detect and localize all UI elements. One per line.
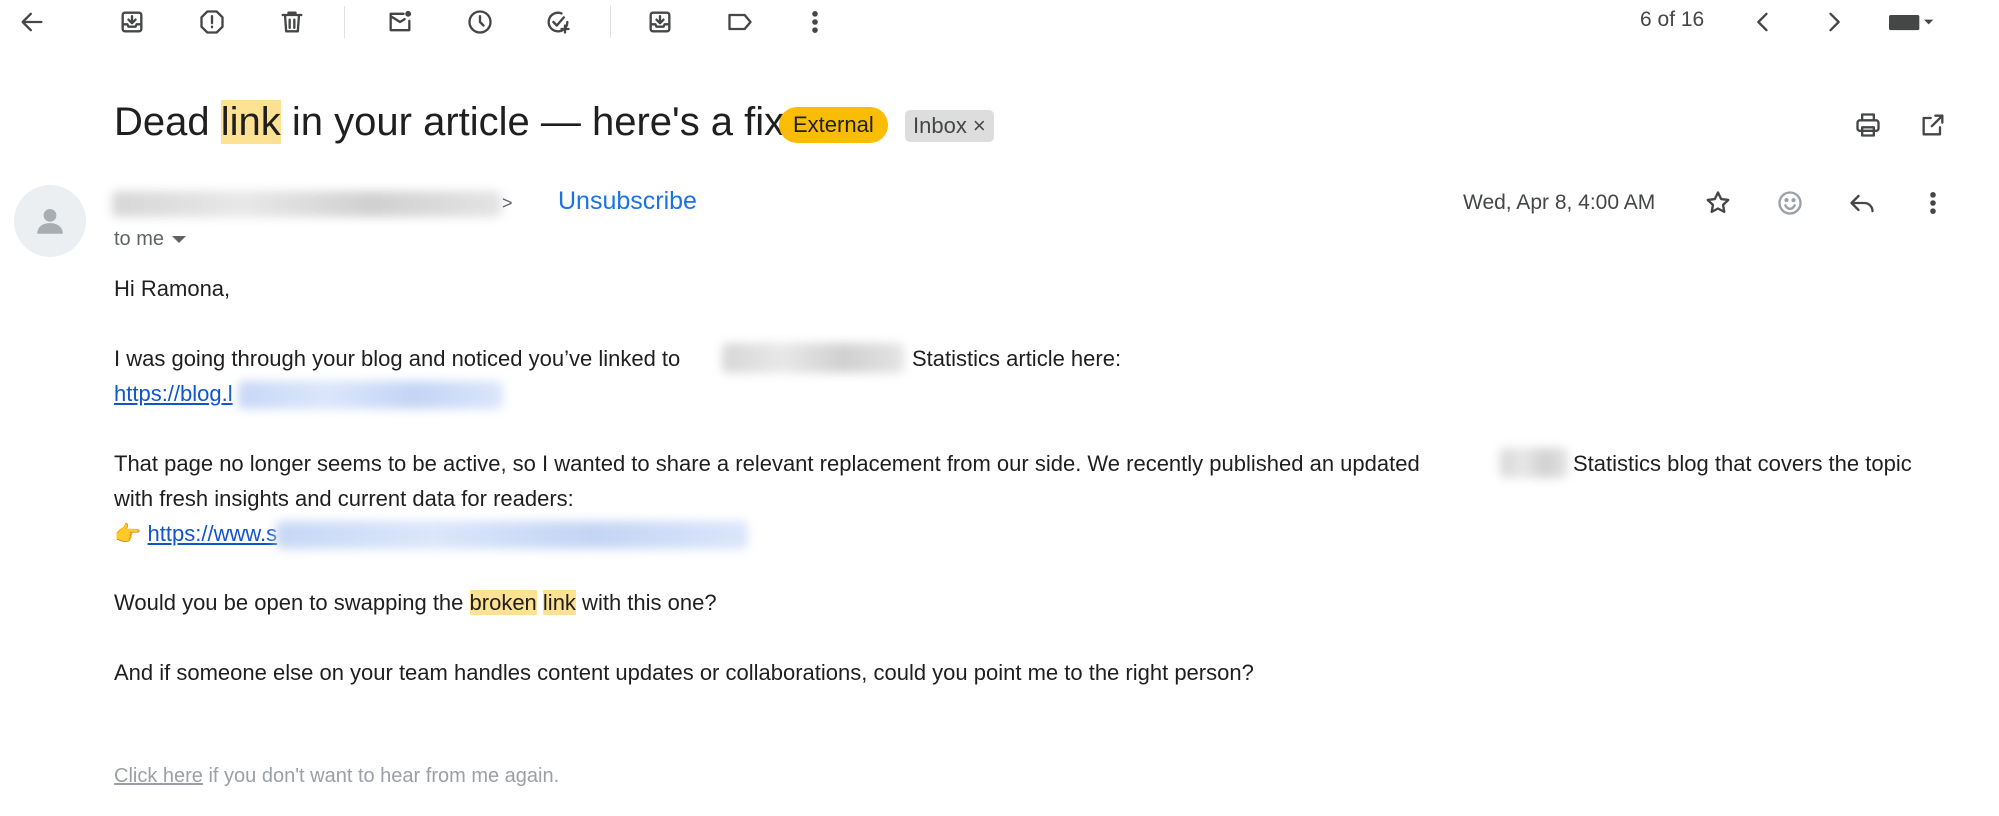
report-spam-icon[interactable] [194, 4, 230, 40]
mark-unread-icon[interactable] [382, 4, 418, 40]
subject-text: in your article — here's a fix [280, 100, 785, 144]
link-1[interactable]: https://blog.l [114, 381, 233, 407]
inbox-label[interactable]: Inbox × [905, 110, 994, 142]
sender-address-end: > [502, 193, 513, 213]
redacted-link [238, 381, 503, 409]
redacted-text [1500, 448, 1568, 478]
toolbar-divider [344, 6, 345, 38]
paragraph-2: That page no longer seems to be active, … [114, 451, 1420, 477]
subject-text: Dead [114, 100, 221, 144]
paragraph-text: with fresh insights and current data for… [114, 486, 574, 511]
archive-icon[interactable] [114, 4, 150, 40]
subject-highlight: link [220, 100, 281, 144]
paragraph-text: Statistics blog that covers the topic [1573, 451, 1912, 476]
redacted-link [276, 521, 748, 549]
external-badge: External [779, 107, 888, 143]
move-to-icon[interactable] [642, 4, 678, 40]
star-icon[interactable] [1700, 185, 1736, 221]
paragraph-text: Statistics article here: [912, 346, 1122, 371]
label-icon[interactable] [722, 4, 758, 40]
reply-icon[interactable] [1844, 185, 1880, 221]
toolbar-divider [610, 6, 611, 38]
link-2[interactable]: 👉 https://www.s [114, 521, 277, 547]
paragraph-text: with this one? [575, 590, 717, 615]
highlight-link: link [542, 590, 576, 615]
back-arrow-icon[interactable] [14, 4, 50, 40]
inbox-label-text: Inbox [913, 113, 967, 138]
print-icon[interactable] [1850, 107, 1886, 143]
more-vert-icon[interactable] [797, 4, 833, 40]
add-to-tasks-icon[interactable] [540, 4, 576, 40]
recipient-details-toggle[interactable]: to me [114, 228, 187, 251]
greeting: Hi Ramona, [114, 276, 231, 301]
paragraph-text: I was going through your blog and notice… [114, 346, 681, 371]
highlight-broken: broken [469, 590, 537, 615]
unsubscribe-link[interactable]: Unsubscribe [558, 187, 697, 216]
paragraph-1: I was going through your blog and notice… [114, 346, 680, 372]
sender-name-redacted [112, 191, 502, 217]
emoji-icon[interactable] [1772, 185, 1808, 221]
delete-icon[interactable] [274, 4, 310, 40]
paragraph-text: Would you be open to swapping the [114, 590, 470, 615]
replacement-link[interactable]: https://www.s [148, 521, 278, 546]
more-vert-icon[interactable] [1915, 185, 1951, 221]
open-new-window-icon[interactable] [1915, 107, 1951, 143]
opt-out-link[interactable]: Click here [114, 765, 203, 787]
chevron-left-icon[interactable] [1745, 4, 1781, 40]
caret-down-icon [172, 236, 187, 243]
paragraph-4: And if someone else on your team handles… [114, 660, 1254, 685]
chevron-right-icon[interactable] [1816, 4, 1852, 40]
article-link[interactable]: https://blog.l [114, 381, 233, 406]
avatar [14, 185, 86, 257]
footer-text: if you don't want to hear from me again. [202, 765, 560, 787]
pointing-hand-icon: 👉 [114, 521, 142, 546]
person-icon [37, 208, 63, 234]
email-date: Wed, Apr 8, 4:00 AM [1463, 191, 1656, 214]
keyboard-icon[interactable] [1880, 4, 1940, 40]
message-counter: 6 of 16 [1640, 8, 1705, 31]
redacted-text [722, 343, 904, 373]
paragraph-text: That page no longer seems to be active, … [114, 451, 1420, 476]
to-me-label: to me [114, 228, 165, 250]
paragraph-3: Would you be open to swapping the broken… [114, 590, 717, 616]
snooze-icon[interactable] [462, 4, 498, 40]
footer: Click here if you don't want to hear fro… [114, 765, 559, 788]
remove-label-button[interactable]: × [973, 110, 986, 142]
email-subject: Dead link in your article — here's a fix [114, 100, 784, 145]
